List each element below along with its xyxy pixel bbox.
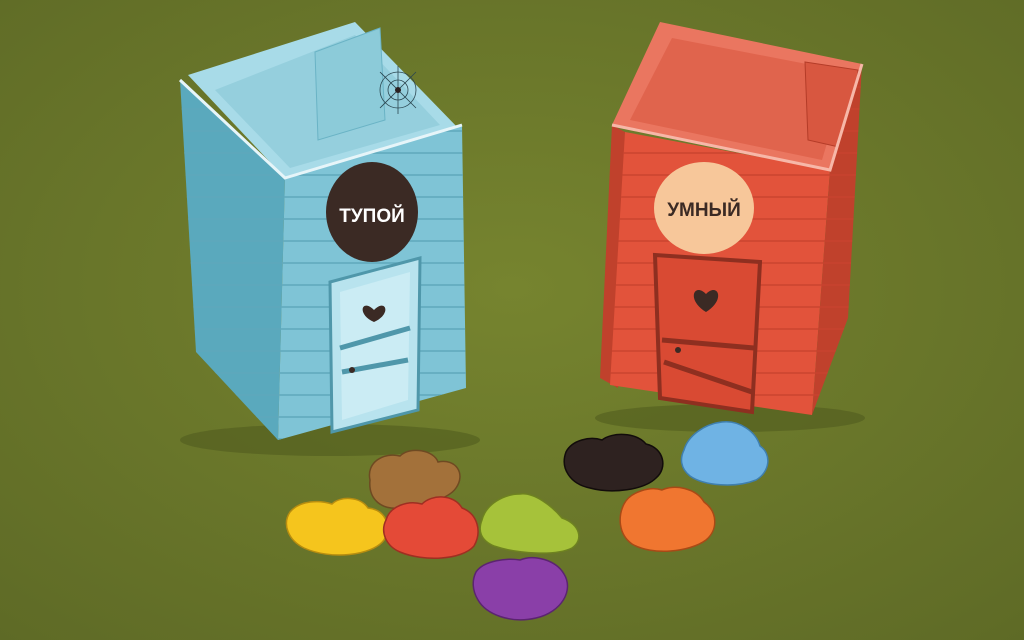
box-label-stupid: ТУПОЙ [339, 205, 405, 227]
purple-token [472, 556, 569, 621]
red-box: УМНЫЙ [595, 22, 865, 432]
photo-scene: ТУПОЙ УМНЫЙ [0, 0, 1024, 640]
orange-token [619, 486, 716, 552]
box-label-smart: УМНЫЙ [667, 199, 741, 221]
